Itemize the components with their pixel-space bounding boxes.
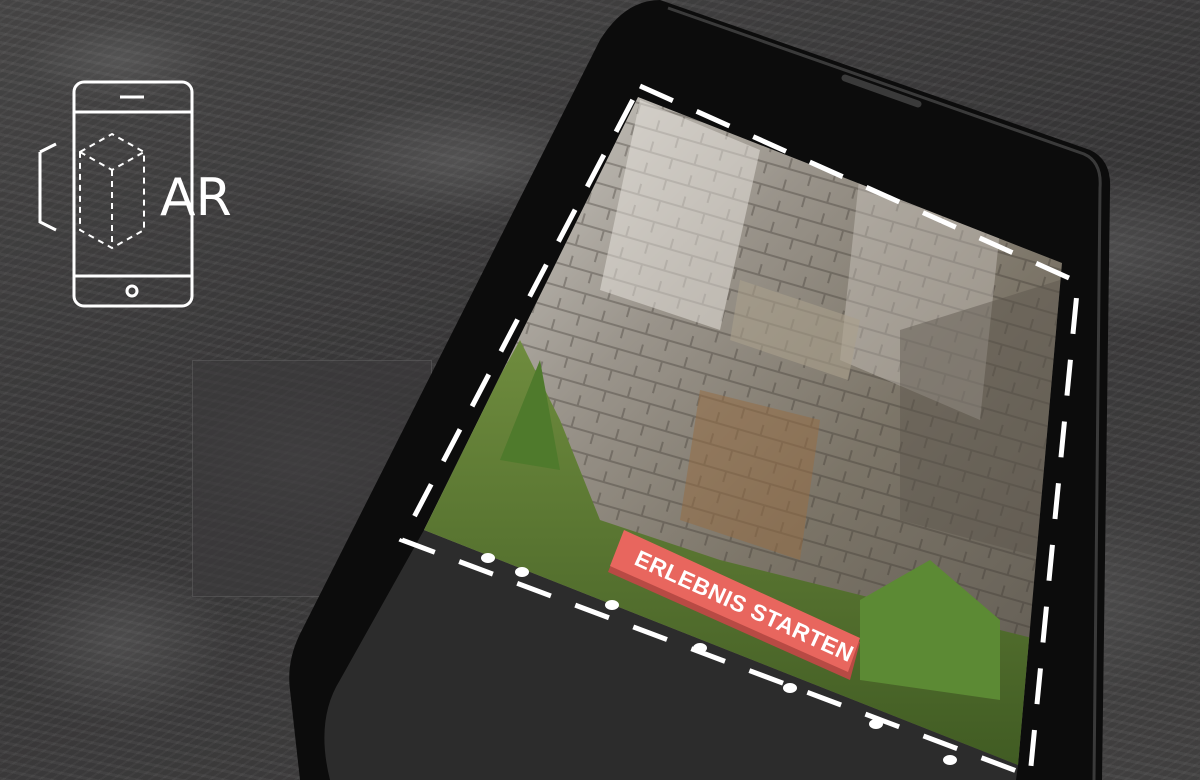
- phone-scene: ERLEBNIS STARTEN: [289, 0, 1111, 780]
